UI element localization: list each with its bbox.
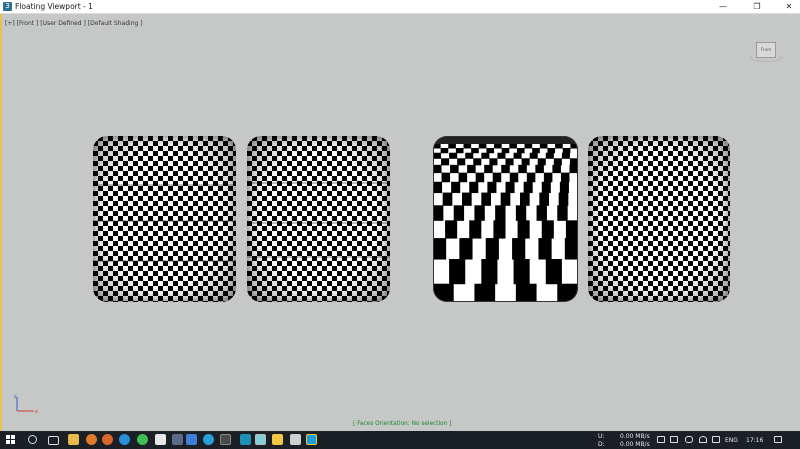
file-explorer-icon[interactable] xyxy=(68,434,79,445)
app-icon[interactable] xyxy=(102,434,113,445)
notifications-icon[interactable] xyxy=(774,436,782,443)
svg-text:x: x xyxy=(35,409,38,415)
search-icon[interactable] xyxy=(28,435,37,444)
telegram-icon[interactable] xyxy=(203,434,214,445)
minimize-button[interactable]: — xyxy=(712,0,734,13)
windows-start-icon[interactable] xyxy=(6,435,16,445)
whatsapp-icon[interactable] xyxy=(137,434,148,445)
app-icon[interactable] xyxy=(306,434,317,445)
chrome-icon[interactable] xyxy=(220,434,231,445)
axis-gizmo: z x xyxy=(14,394,38,415)
sticky-notes-icon[interactable] xyxy=(272,434,283,445)
task-view-icon[interactable] xyxy=(48,436,59,445)
svg-text:z: z xyxy=(14,394,17,400)
app-icon[interactable] xyxy=(155,434,166,445)
windows-taskbar: U: D: 0.00 MB/s 0.00 MB/s ENG 17:16 xyxy=(0,431,800,449)
maximize-button[interactable]: ❐ xyxy=(746,0,768,13)
tray-icon[interactable] xyxy=(670,436,678,443)
3dsmax-taskbar-icon[interactable] xyxy=(255,434,266,445)
window-title-bar[interactable]: 3 Floating Viewport - 1 — ❐ ✕ xyxy=(0,0,800,14)
viewcube-compass-ring[interactable] xyxy=(750,54,782,62)
wifi-icon[interactable] xyxy=(699,436,707,443)
faces-orientation-status: [ Faces Orientation: No selection ] xyxy=(353,421,452,427)
3dsmax-app-icon: 3 xyxy=(3,2,12,11)
app-icon[interactable] xyxy=(240,434,251,445)
checker-object-1[interactable] xyxy=(93,136,236,302)
window-title: Floating Viewport - 1 xyxy=(15,2,93,11)
close-button[interactable]: ✕ xyxy=(778,0,800,13)
clock[interactable]: 17:16 xyxy=(746,437,763,444)
upload-label: U: xyxy=(598,433,605,440)
printer-icon[interactable] xyxy=(290,434,301,445)
app-icon[interactable] xyxy=(186,434,197,445)
firefox-icon[interactable] xyxy=(86,434,97,445)
download-speed: 0.00 MB/s xyxy=(620,441,650,448)
upload-speed: 0.00 MB/s xyxy=(620,433,650,440)
viewport-label-menu[interactable]: [+] [Front ] [User Defined ] [Default Sh… xyxy=(5,20,143,27)
edge-icon[interactable] xyxy=(119,434,130,445)
checker-object-2[interactable] xyxy=(247,136,390,302)
battery-icon[interactable] xyxy=(685,436,693,443)
checker-object-4[interactable] xyxy=(588,136,730,302)
download-label: D: xyxy=(598,441,605,448)
calculator-icon[interactable] xyxy=(172,434,183,445)
tray-icon[interactable] xyxy=(657,436,665,443)
volume-icon[interactable] xyxy=(712,436,720,443)
language-indicator[interactable]: ENG xyxy=(725,437,738,444)
checker-object-3-distorted[interactable] xyxy=(433,136,578,302)
